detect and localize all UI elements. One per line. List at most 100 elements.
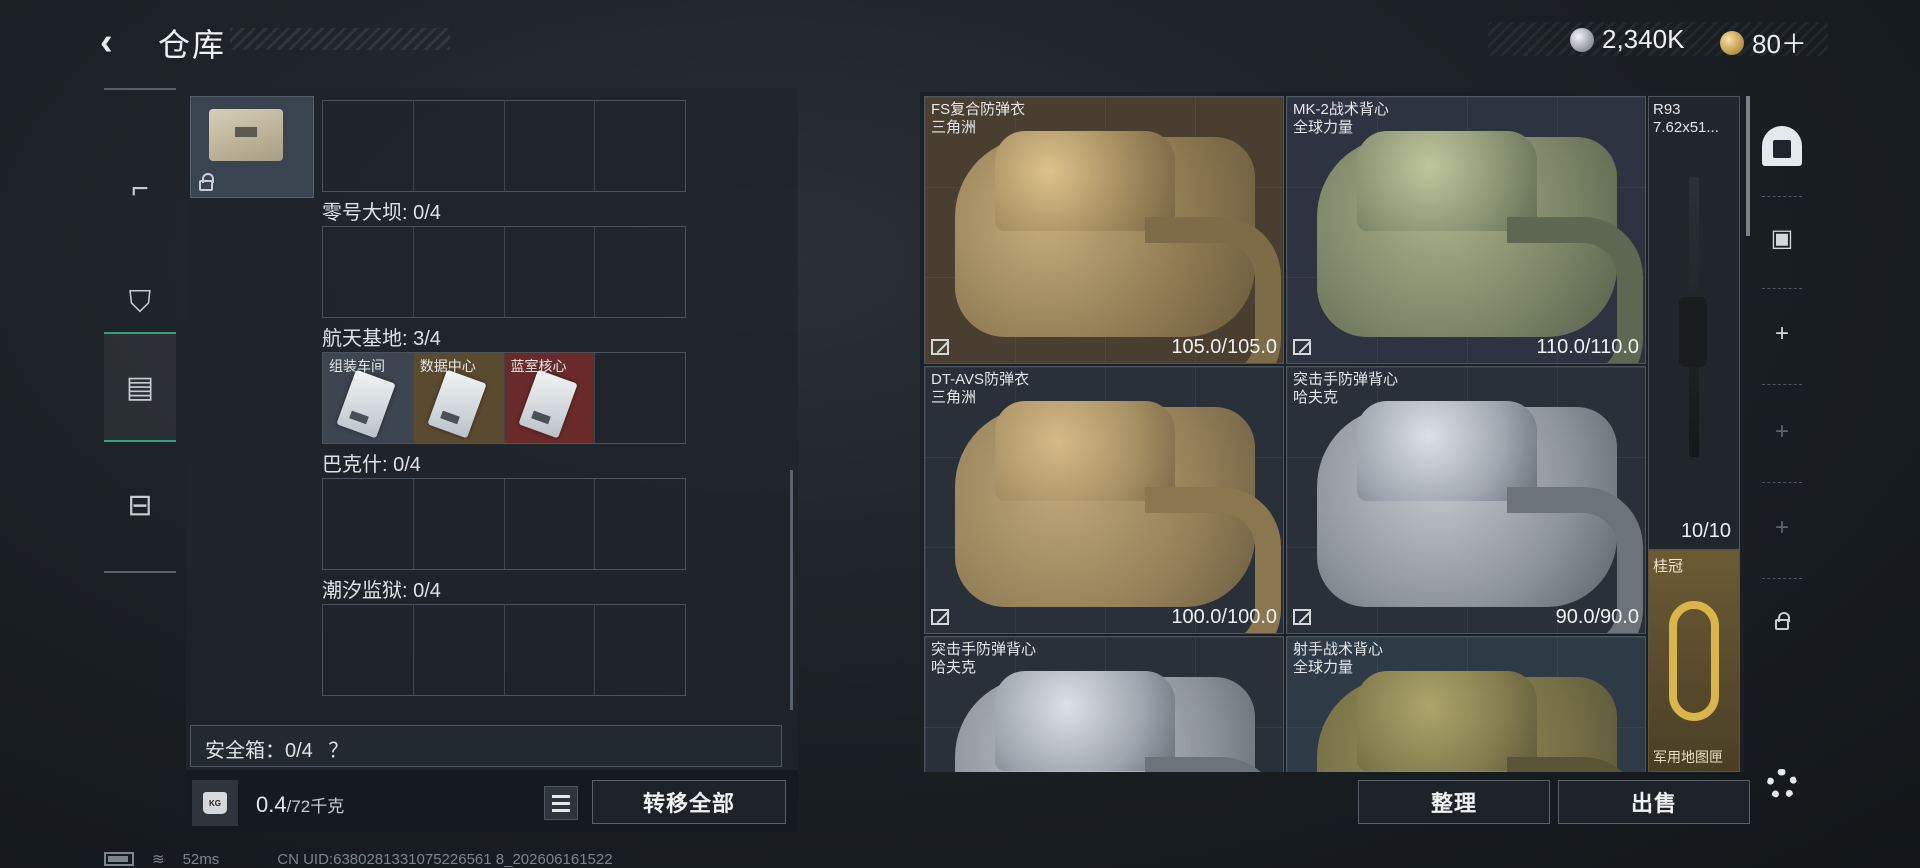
- uid-text: CN UID:6380281331075226561 8_20260616152…: [277, 850, 613, 868]
- item-durability: 105.0/105.0: [1171, 336, 1277, 358]
- key-slot[interactable]: [595, 101, 685, 191]
- plus-icon: +: [1774, 418, 1789, 445]
- silver-currency[interactable]: 2,340K: [1570, 24, 1684, 55]
- settings-button[interactable]: [1758, 760, 1806, 808]
- ping-text: 52ms: [182, 850, 220, 868]
- vest-image: [1317, 137, 1643, 363]
- lock-icon: [1775, 611, 1790, 630]
- no-insure-icon: [1293, 339, 1311, 355]
- storage-item[interactable]: 桂冠 军用地图匣: [1648, 550, 1740, 772]
- storage-item[interactable]: 射手战术背心 全球力量: [1286, 636, 1646, 772]
- title-decoration: [230, 28, 450, 50]
- battery-icon: [104, 852, 134, 866]
- keycard-icon: [427, 369, 487, 439]
- key-slot[interactable]: [595, 353, 685, 443]
- rifle-scope-image: [1679, 297, 1707, 367]
- add-page-button[interactable]: +: [1758, 310, 1806, 358]
- help-icon[interactable]: ？: [328, 740, 348, 762]
- weight-text: 0.4/72千克: [256, 792, 344, 818]
- key-slot[interactable]: [505, 101, 596, 191]
- safe-box-label: 安全箱：0/4: [205, 740, 313, 762]
- toolbox-icon: ⊟: [127, 488, 153, 522]
- storage-item[interactable]: 突击手防弹背心 哈夫克: [924, 636, 1284, 772]
- container-panel: [186, 88, 798, 832]
- storage-item[interactable]: MK-2战术背心 全球力量 110.0/110.0: [1286, 96, 1646, 364]
- section-label-prison: 潮汐监狱: 0/4: [322, 580, 441, 602]
- gear-icon: [1767, 769, 1797, 799]
- key-case-item[interactable]: [190, 96, 314, 198]
- key-grid-bakesh: [322, 478, 686, 570]
- item-durability: 110.0/110.0: [1536, 336, 1639, 358]
- nav-case[interactable]: ⊟: [104, 450, 176, 560]
- locked-page-button[interactable]: [1758, 600, 1806, 648]
- key-slot[interactable]: [414, 479, 505, 569]
- key-slot[interactable]: [505, 605, 596, 695]
- key-slot[interactable]: [323, 227, 414, 317]
- storage-item[interactable]: 突击手防弹背心 哈夫克 90.0/90.0: [1286, 366, 1646, 634]
- toolbar-divider: [1762, 288, 1802, 289]
- transfer-all-button[interactable]: 转移全部: [592, 780, 786, 824]
- key-slot[interactable]: [323, 605, 414, 695]
- storage-item[interactable]: FS复合防弹衣 三角洲 105.0/105.0: [924, 96, 1284, 364]
- key-slot[interactable]: [505, 479, 596, 569]
- sell-button[interactable]: 出售: [1558, 780, 1750, 824]
- key-slot-filled[interactable]: 数据中心: [413, 353, 505, 443]
- key-case-image: [209, 109, 283, 161]
- vest-image: [955, 677, 1281, 772]
- lock-icon: [199, 173, 214, 191]
- safe-box[interactable]: 安全箱：0/4 ？: [190, 725, 782, 767]
- key-slot[interactable]: [595, 479, 685, 569]
- back-button[interactable]: ‹: [100, 22, 140, 62]
- no-insure-icon: [931, 609, 949, 625]
- expand-storage-button[interactable]: ▣: [1758, 214, 1806, 262]
- item-name: 突击手防弹背心 哈夫克: [931, 641, 1037, 676]
- storage-scrollbar[interactable]: [1746, 96, 1750, 236]
- gold-currency-value: 80＋: [1752, 29, 1807, 59]
- key-grid-dam: [322, 226, 686, 318]
- page-title: 仓库: [158, 27, 227, 63]
- container-scrollbar[interactable]: [790, 470, 793, 710]
- item-name: R93 7.62x51...: [1653, 101, 1719, 136]
- nav-backpack[interactable]: ▤: [104, 332, 176, 442]
- silver-currency-value: 2,340K: [1602, 24, 1685, 54]
- sort-button[interactable]: 整理: [1358, 780, 1550, 824]
- key-slot-filled[interactable]: 蓝室核心: [504, 353, 596, 443]
- item-durability: 100.0/100.0: [1171, 606, 1277, 628]
- key-slot[interactable]: [505, 227, 596, 317]
- silver-coin-icon: [1570, 27, 1594, 52]
- key-slot[interactable]: [414, 227, 505, 317]
- key-slot[interactable]: [595, 605, 685, 695]
- gold-currency[interactable]: 80＋: [1720, 24, 1807, 61]
- no-insure-icon: [931, 339, 949, 355]
- pistol-icon: ⌐: [131, 172, 149, 205]
- vest-image: [955, 407, 1281, 633]
- storage-item[interactable]: DT-AVS防弹衣 三角洲 100.0/100.0: [924, 366, 1284, 634]
- key-slot[interactable]: [323, 101, 414, 191]
- toolbar-divider: [1762, 578, 1802, 579]
- home-icon: [1762, 126, 1802, 166]
- list-view-button[interactable]: [544, 786, 578, 820]
- key-slot[interactable]: [414, 101, 505, 191]
- item-durability: 90.0/90.0: [1555, 606, 1639, 628]
- key-slot[interactable]: [595, 227, 685, 317]
- key-label: 蓝室核心: [510, 358, 567, 374]
- chest-rig-icon: ⛉: [128, 286, 152, 319]
- key-slot-filled[interactable]: 组装车间: [323, 353, 414, 443]
- toolbar-divider: [1762, 384, 1802, 385]
- item-subtitle: 军用地图匣: [1653, 749, 1723, 765]
- weight-icon: KG: [192, 780, 238, 826]
- keycard-icon: [336, 369, 396, 439]
- toolbar-divider: [1762, 482, 1802, 483]
- nav-weapons[interactable]: ⌐: [104, 134, 176, 244]
- item-name: 射手战术背心 全球力量: [1293, 641, 1384, 676]
- category-nav: ⌐ ⛉ ▤ ⊟: [104, 88, 176, 573]
- add-page-button-disabled[interactable]: +: [1758, 504, 1806, 552]
- add-page-button-disabled[interactable]: +: [1758, 408, 1806, 456]
- weight-value: 0.4: [256, 792, 287, 817]
- weight-max: /72千克: [286, 797, 345, 816]
- key-slot[interactable]: [414, 605, 505, 695]
- item-name: MK-2战术背心 全球力量: [1293, 101, 1389, 136]
- key-slot[interactable]: [323, 479, 414, 569]
- storage-item[interactable]: R93 7.62x51... 10/10: [1648, 96, 1740, 550]
- storage-home-button[interactable]: [1758, 122, 1806, 170]
